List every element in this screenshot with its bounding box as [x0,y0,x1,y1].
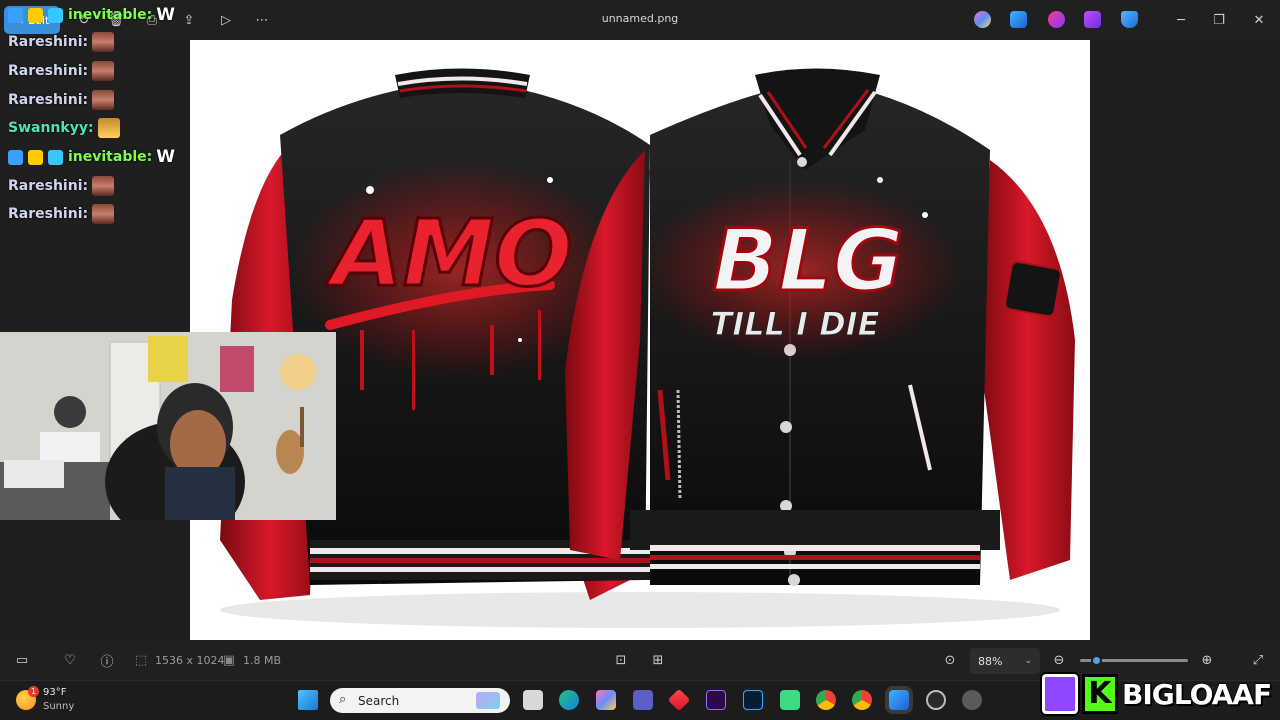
chat-badge-icon [8,149,23,165]
weather-description: Sunny [43,701,75,712]
cube-badge-icon [48,149,63,165]
image-dimensions-icon: ⬚ [134,652,148,668]
restore-icon[interactable]: ❐ [1208,9,1230,31]
filmstrip-icon[interactable]: ▭ [14,652,30,668]
chat-message: inevitable: W [8,4,176,26]
search-highlight-icon [476,692,500,709]
channel-name: BIGLOAAF [1121,677,1273,712]
face-emote-icon [92,90,115,110]
sleeve-patch [1004,260,1062,318]
crown-badge-icon [28,149,43,165]
chat-username: inevitable: [68,149,153,165]
webcam-feed [0,332,336,520]
kick-logo-icon: K [1082,674,1118,714]
chat-username: Swannkyy: [8,120,94,136]
streamer-branding-overlay: K BIGLOAAF [1040,670,1280,720]
face-emote-icon [92,204,115,224]
paint-icon[interactable] [1084,11,1101,28]
favorite-heart-icon[interactable]: ♡ [62,652,78,668]
twitch-logo-icon [1042,674,1078,714]
zoom-out-icon[interactable]: ⊖ [1051,652,1067,668]
chat-message: Rareshini: [8,175,115,197]
chat-username: Rareshini: [8,92,89,108]
till-i-die-graphic-text: TILL I DIE [710,305,879,343]
photoshop-icon[interactable] [743,690,763,710]
search-icon: ⌕ [339,692,347,707]
amo-graphic-text: AMO [326,200,573,307]
info-icon[interactable]: ⓘ [99,652,115,670]
scan-text-icon[interactable]: ⊞ [650,652,666,668]
chrome-profile-icon[interactable] [816,690,836,710]
task-view-icon[interactable] [523,690,543,710]
face-emote-icon [92,176,115,196]
chat-username: Rareshini: [8,178,89,194]
weather-temperature: 93°F [43,687,67,698]
face-emote-icon [92,61,115,81]
webcam-scene [0,332,336,520]
teams-icon[interactable] [633,690,653,710]
obs-icon[interactable] [926,690,946,710]
premiere-icon[interactable] [706,690,726,710]
file-size: 1.8 MB [243,654,282,667]
visual-search-icon[interactable]: ⊡ [613,652,629,668]
zoom-in-icon[interactable]: ⊕ [1199,652,1215,668]
zoom-dropdown[interactable]: 88% ⌄ [970,648,1040,674]
face-emote-icon [92,32,115,52]
slideshow-icon[interactable]: ▷ [216,10,236,30]
chat-message: inevitable: W [8,146,176,168]
crown-badge-icon [28,7,43,23]
emote-w: W [156,5,176,25]
chat-message: Swannkyy: [8,117,120,139]
chest-emote-icon [97,118,120,138]
weather-widget[interactable]: 1 93°F Sunny [16,684,106,716]
more-options-icon[interactable]: ⋯ [252,10,272,30]
fullscreen-icon[interactable]: ⤢ [1250,652,1266,668]
search-placeholder: Search [358,693,400,708]
designer-icon[interactable] [1010,11,1027,28]
emote-w: W [156,147,176,167]
chat-username: Rareshini: [8,206,89,222]
chrome-icon[interactable] [852,690,872,710]
clipchamp-icon[interactable] [1048,11,1065,28]
chat-message: Rareshini: [8,89,115,111]
chevron-down-icon: ⌄ [1024,656,1032,666]
copilot-taskbar-icon[interactable] [596,690,616,710]
minimize-icon[interactable]: ─ [1170,9,1192,31]
weather-alert-badge: 1 [28,686,39,697]
zoom-slider-thumb[interactable] [1091,655,1102,666]
chat-message: Rareshini: [8,203,115,225]
chat-badge-icon [8,7,23,23]
photos-app-window: ✎ Edit ↻ 🗑 ⎙ ⇪ ▷ ⋯ unnamed.png ─ ❐ ✕ [0,0,1280,720]
fit-to-window-icon[interactable]: ⊙ [942,652,958,668]
taskbar-search[interactable]: ⌕ Search [330,688,510,713]
chat-username: Rareshini: [8,34,89,50]
photos-taskbar-icon[interactable] [889,690,909,710]
chat-username: inevitable: [68,7,153,23]
app-green-icon[interactable] [780,690,800,710]
onedrive-icon[interactable] [1121,11,1138,28]
chat-username: Rareshini: [8,63,89,79]
chat-message: Rareshini: [8,31,115,53]
share-icon[interactable]: ⇪ [179,10,199,30]
image-dimensions: 1536 x 1024 [155,654,225,667]
window-title: unnamed.png [601,12,679,25]
close-icon[interactable]: ✕ [1248,9,1270,31]
chat-message: Rareshini: [8,60,115,82]
title-bar: ✎ Edit ↻ 🗑 ⎙ ⇪ ▷ ⋯ unnamed.png ─ ❐ ✕ [0,0,1280,40]
zoom-level: 88% [978,654,1003,668]
file-size-icon: ▣ [222,652,236,668]
settings-gear-icon[interactable] [962,690,982,710]
copilot-icon[interactable] [974,11,991,28]
cube-badge-icon [48,7,63,23]
windows-start-icon[interactable] [298,690,318,710]
blg-graphic-text: BLG [713,211,904,311]
edge-icon[interactable] [559,690,579,710]
